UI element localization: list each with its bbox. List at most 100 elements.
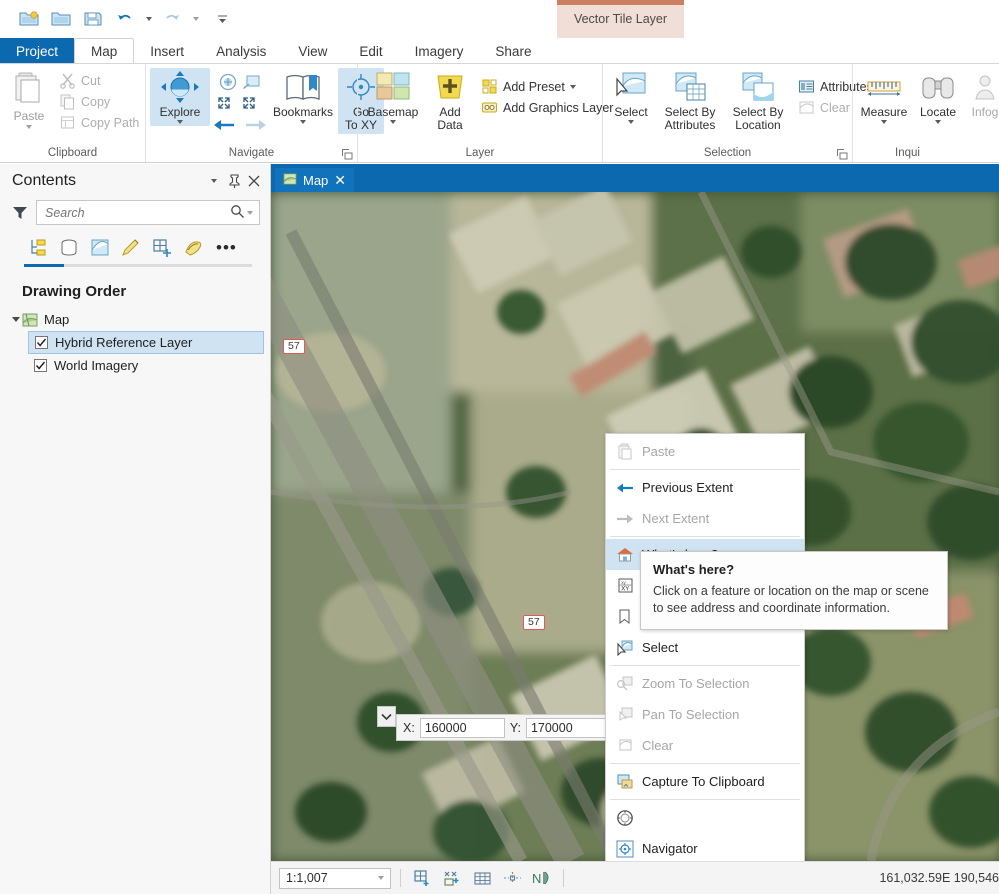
layer-item-hybrid-reference-layer[interactable]: Hybrid Reference Layer: [28, 331, 264, 354]
search-icon[interactable]: [230, 204, 245, 222]
list-by-snapping-icon[interactable]: [148, 235, 176, 261]
basemap-button[interactable]: Basemap: [362, 68, 424, 126]
copy-button[interactable]: Copy: [54, 91, 144, 112]
layer-item-world-imagery[interactable]: World Imagery: [0, 354, 270, 377]
expand-collapse-icon[interactable]: [10, 317, 22, 322]
customize-quick-access-icon[interactable]: [216, 4, 229, 34]
menu-item-next-extent[interactable]: Next Extent: [606, 503, 804, 534]
selection-dialog-launcher[interactable]: [836, 148, 848, 160]
select-by-attributes-button[interactable]: Select By Attributes: [657, 68, 723, 134]
chevron-down-icon[interactable]: [377, 706, 396, 727]
undo-icon[interactable]: [110, 4, 140, 34]
redo-icon[interactable]: [157, 4, 187, 34]
select-by-location-button[interactable]: Select By Location: [725, 68, 791, 134]
menu-item-clear[interactable]: Clear: [606, 730, 804, 761]
layer-visibility-checkbox[interactable]: [34, 359, 47, 372]
zoom-out-fixed-icon[interactable]: [242, 96, 264, 113]
search-input-container[interactable]: [36, 200, 260, 225]
list-by-labeling-icon[interactable]: [179, 235, 207, 261]
basemap-dropdown-icon[interactable]: [390, 120, 396, 124]
redo-dropdown-icon[interactable]: [189, 4, 202, 34]
menu-item-paste[interactable]: Paste: [606, 436, 804, 467]
arcgis-pro-window: Untitled - Map - ArcGIS Pro: [0, 0, 999, 894]
measure-dropdown-icon[interactable]: [881, 120, 887, 124]
list-by-drawing-order-icon[interactable]: [24, 235, 52, 261]
tab-insert[interactable]: Insert: [134, 38, 200, 64]
scale-combobox[interactable]: 1:1,007: [279, 868, 391, 889]
add-graphics-layer-button[interactable]: Add Graphics Layer: [476, 97, 618, 118]
menu-item-go-to-xy[interactable]: Navigator: [606, 833, 804, 861]
map-view-tab[interactable]: Map ✕: [275, 168, 354, 192]
save-project-icon[interactable]: [78, 4, 108, 34]
tab-share[interactable]: Share: [479, 38, 547, 64]
explore-dropdown-icon[interactable]: [177, 120, 183, 124]
list-by-editing-icon[interactable]: [117, 235, 145, 261]
previous-camera-icon[interactable]: [242, 72, 262, 95]
select-dropdown-icon[interactable]: [628, 120, 634, 124]
contents-search-row: [0, 198, 270, 225]
search-input[interactable]: [45, 206, 230, 220]
infographics-button[interactable]: Infog: [965, 68, 999, 121]
filter-funnel-icon[interactable]: [12, 205, 28, 221]
copy-path-label: Copy Path: [81, 116, 139, 130]
grid-icon[interactable]: [470, 867, 494, 889]
full-extent-icon[interactable]: [218, 72, 238, 95]
chevron-down-icon[interactable]: [204, 171, 224, 191]
more-options-icon[interactable]: •••: [216, 243, 237, 253]
chevron-down-icon[interactable]: [374, 876, 388, 880]
menu-item-navigator[interactable]: [606, 802, 804, 833]
explore-button[interactable]: Explore: [150, 68, 210, 126]
tab-view[interactable]: View: [282, 38, 343, 64]
locate-dropdown-icon[interactable]: [935, 120, 941, 124]
menu-item-capture-to-clipboard[interactable]: Capture To Clipboard: [606, 766, 804, 797]
navigator-icon: [612, 807, 638, 829]
menu-item-select[interactable]: Select: [606, 632, 804, 663]
close-icon[interactable]: ✕: [334, 174, 346, 186]
tree-root-map[interactable]: Map: [0, 308, 270, 331]
x-input[interactable]: [420, 718, 505, 738]
add-preset-dropdown-icon[interactable]: [570, 85, 576, 89]
locate-button[interactable]: Locate: [913, 68, 963, 126]
menu-item-label: Zoom To Selection: [642, 676, 749, 691]
paste-button[interactable]: Paste: [4, 68, 52, 129]
navigate-dialog-launcher[interactable]: [341, 148, 353, 160]
menu-item-zoom-to-selection[interactable]: Zoom To Selection: [606, 668, 804, 699]
close-icon[interactable]: [244, 171, 264, 191]
tab-analysis[interactable]: Analysis: [200, 38, 282, 64]
menu-item-previous-extent[interactable]: Previous Extent: [606, 472, 804, 503]
copy-path-button[interactable]: Copy Path: [54, 112, 144, 133]
y-input[interactable]: [526, 718, 611, 738]
undo-dropdown-icon[interactable]: [142, 4, 155, 34]
new-project-icon[interactable]: [14, 4, 44, 34]
tooltip-title: What's here?: [653, 562, 935, 577]
add-preset-button[interactable]: Add Preset: [476, 76, 618, 97]
tab-edit[interactable]: Edit: [343, 38, 398, 64]
search-options-dropdown-icon[interactable]: [245, 211, 255, 215]
add-data-button[interactable]: Add Data: [426, 68, 474, 134]
paste-dropdown-icon[interactable]: [26, 125, 32, 129]
bookmarks-dropdown-icon[interactable]: [300, 120, 306, 124]
measure-button[interactable]: Measure: [857, 68, 911, 126]
north-arrow-icon[interactable]: N: [530, 867, 554, 889]
tab-imagery[interactable]: Imagery: [399, 38, 480, 64]
cut-button[interactable]: Cut: [54, 70, 144, 91]
tab-project[interactable]: Project: [0, 38, 74, 64]
zoom-in-fixed-icon[interactable]: [217, 96, 239, 113]
previous-extent-icon[interactable]: [212, 117, 236, 136]
map-canvas[interactable]: 57 57 57 X: Y:: [271, 192, 999, 861]
add-grid-icon[interactable]: [410, 867, 434, 889]
pin-icon[interactable]: [224, 171, 244, 191]
offset-icon[interactable]: [500, 867, 524, 889]
layer-visibility-checkbox[interactable]: [35, 336, 48, 349]
list-by-selection-icon[interactable]: [86, 235, 114, 261]
menu-item-pan-to-selection[interactable]: Pan To Selection: [606, 699, 804, 730]
list-by-data-source-icon[interactable]: [55, 235, 83, 261]
select-measure-icon[interactable]: [440, 867, 464, 889]
open-project-icon[interactable]: [46, 4, 76, 34]
next-extent-icon[interactable]: [244, 117, 268, 136]
menu-separator: [610, 665, 800, 666]
menu-separator: [610, 763, 800, 764]
select-button[interactable]: Select: [607, 68, 655, 126]
tab-map[interactable]: Map: [74, 38, 134, 64]
bookmarks-button[interactable]: Bookmarks: [270, 68, 336, 126]
